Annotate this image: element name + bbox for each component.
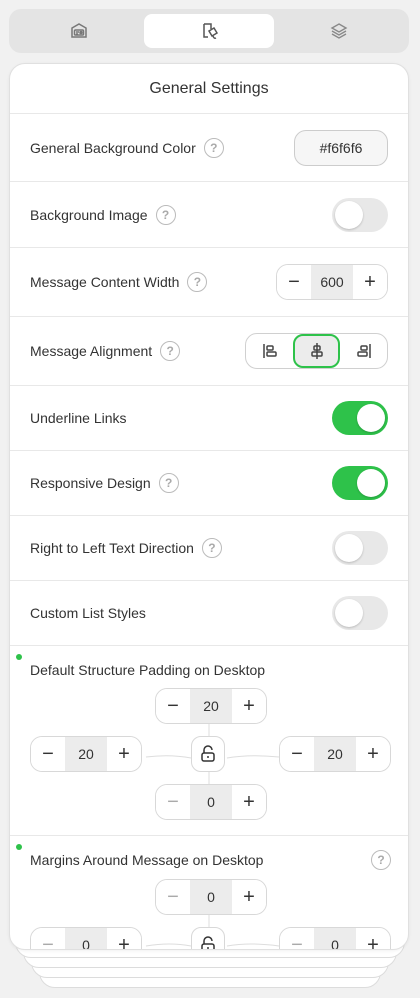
increment-button[interactable]: + (232, 785, 266, 819)
padding-lock-button[interactable] (191, 736, 225, 772)
margin-right-stepper: − 0 + (279, 927, 391, 949)
background-color-row: General Background Color ? #f6f6f6 (10, 114, 408, 182)
rtl-label: Right to Left Text Direction (30, 540, 194, 556)
content-width-stepper: − 600 + (276, 264, 388, 300)
padding-right-stepper: − 20 + (279, 736, 391, 772)
layers-icon (330, 23, 348, 39)
decrement-button[interactable]: − (156, 689, 190, 723)
align-right-button[interactable] (340, 334, 387, 368)
decrement-button[interactable]: − (277, 265, 311, 299)
help-icon[interactable]: ? (158, 473, 179, 493)
increment-button[interactable]: + (232, 689, 266, 723)
decrement-button[interactable]: − (280, 928, 314, 949)
increment-button[interactable]: + (107, 928, 141, 949)
help-icon[interactable]: ? (187, 272, 208, 292)
increment-button[interactable]: + (232, 880, 266, 914)
padding-left-stepper: − 20 + (30, 736, 142, 772)
custom-list-label: Custom List Styles (30, 605, 146, 621)
increment-button[interactable]: + (356, 737, 390, 771)
general-settings-panel: General Settings General Background Colo… (9, 63, 409, 950)
padding-top-stepper: − 20 + (155, 688, 267, 724)
margin-left-stepper: − 0 + (30, 927, 142, 949)
content-width-value[interactable]: 600 (311, 265, 353, 299)
tab-content[interactable] (14, 14, 144, 48)
align-left-button[interactable] (246, 334, 293, 368)
alignment-label: Message Alignment (30, 343, 153, 359)
paint-bucket-icon (203, 23, 219, 39)
background-image-label: Background Image (30, 206, 148, 223)
underline-links-toggle[interactable] (332, 401, 388, 435)
increment-button[interactable]: + (353, 265, 387, 299)
padding-top-value[interactable]: 20 (190, 689, 232, 723)
align-center-icon (310, 343, 323, 359)
responsive-design-label: Responsive Design (30, 475, 151, 491)
margins-section: Margins Around Message on Desktop ? − 0 … (10, 836, 408, 949)
panel-title: General Settings (10, 64, 408, 114)
decrement-button[interactable]: − (31, 928, 65, 949)
decrement-button[interactable]: − (156, 785, 190, 819)
margin-top-value[interactable]: 0 (190, 880, 232, 914)
content-width-label: Message Content Width (30, 274, 180, 290)
margin-left-value[interactable]: 0 (65, 928, 107, 949)
content-card-icon (71, 23, 87, 38)
margin-top-stepper: − 0 + (155, 879, 267, 915)
background-color-button[interactable]: #f6f6f6 (294, 129, 388, 166)
margin-right-value[interactable]: 0 (314, 928, 356, 949)
padding-left-value[interactable]: 20 (65, 737, 107, 771)
content-width-row: Message Content Width ? − 600 + (10, 248, 408, 317)
tab-layers[interactable] (274, 14, 404, 48)
help-icon[interactable]: ? (203, 137, 224, 158)
top-tab-bar (9, 9, 409, 53)
help-icon[interactable]: ? (155, 204, 176, 225)
align-center-button[interactable] (293, 334, 340, 368)
alignment-row: Message Alignment ? (10, 317, 408, 386)
decrement-button[interactable]: − (280, 737, 314, 771)
underline-links-label: Underline Links (30, 410, 127, 426)
background-image-toggle[interactable] (332, 197, 388, 232)
unlock-icon (201, 936, 215, 949)
decrement-button[interactable]: − (156, 880, 190, 914)
help-icon[interactable]: ? (201, 538, 222, 558)
alignment-selector (245, 333, 388, 369)
custom-list-toggle[interactable] (332, 596, 388, 630)
padding-right-value[interactable]: 20 (314, 737, 356, 771)
background-color-label: General Background Color (30, 139, 196, 156)
help-icon[interactable]: ? (160, 341, 181, 361)
background-image-row: Background Image ? (10, 182, 408, 248)
underline-links-row: Underline Links (10, 386, 408, 451)
custom-list-row: Custom List Styles (10, 581, 408, 646)
align-left-icon (262, 344, 277, 358)
unlock-icon (201, 745, 215, 762)
margin-lock-button[interactable] (191, 927, 225, 949)
tab-appearance[interactable] (144, 14, 274, 48)
padding-section: Default Structure Padding on Desktop − 2… (10, 646, 408, 836)
decrement-button[interactable]: − (31, 737, 65, 771)
rtl-toggle[interactable] (332, 531, 388, 565)
align-right-icon (356, 344, 371, 358)
padding-bottom-stepper: − 0 + (155, 784, 267, 820)
responsive-design-toggle[interactable] (332, 466, 388, 500)
increment-button[interactable]: + (107, 737, 141, 771)
padding-bottom-value[interactable]: 0 (190, 785, 232, 819)
rtl-row: Right to Left Text Direction ? (10, 516, 408, 581)
responsive-design-row: Responsive Design ? (10, 451, 408, 516)
increment-button[interactable]: + (356, 928, 390, 949)
